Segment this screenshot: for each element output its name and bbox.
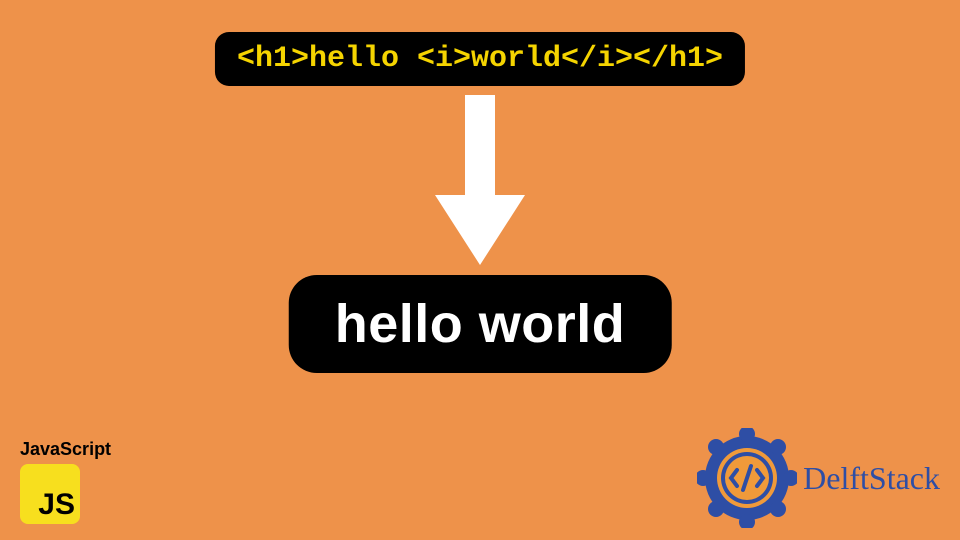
- brand-word-1: Delft: [803, 460, 869, 497]
- brand-word-2: Stack: [869, 460, 940, 497]
- delftstack-wordmark: DelftStack: [803, 460, 940, 497]
- result-text-box: hello world: [289, 275, 672, 373]
- result-text: hello world: [335, 294, 626, 354]
- javascript-tile-icon: JS: [20, 464, 80, 524]
- delftstack-logo: DelftStack: [697, 428, 940, 528]
- delftstack-emblem-icon: [697, 428, 797, 528]
- javascript-label: JavaScript: [20, 439, 111, 460]
- javascript-logo: JavaScript JS: [20, 439, 111, 524]
- code-snippet-text: <h1>hello <i>world</i></h1>: [237, 42, 723, 76]
- arrow-down-icon: [435, 95, 525, 265]
- javascript-tile-text: JS: [38, 490, 75, 520]
- code-snippet-box: <h1>hello <i>world</i></h1>: [215, 32, 745, 86]
